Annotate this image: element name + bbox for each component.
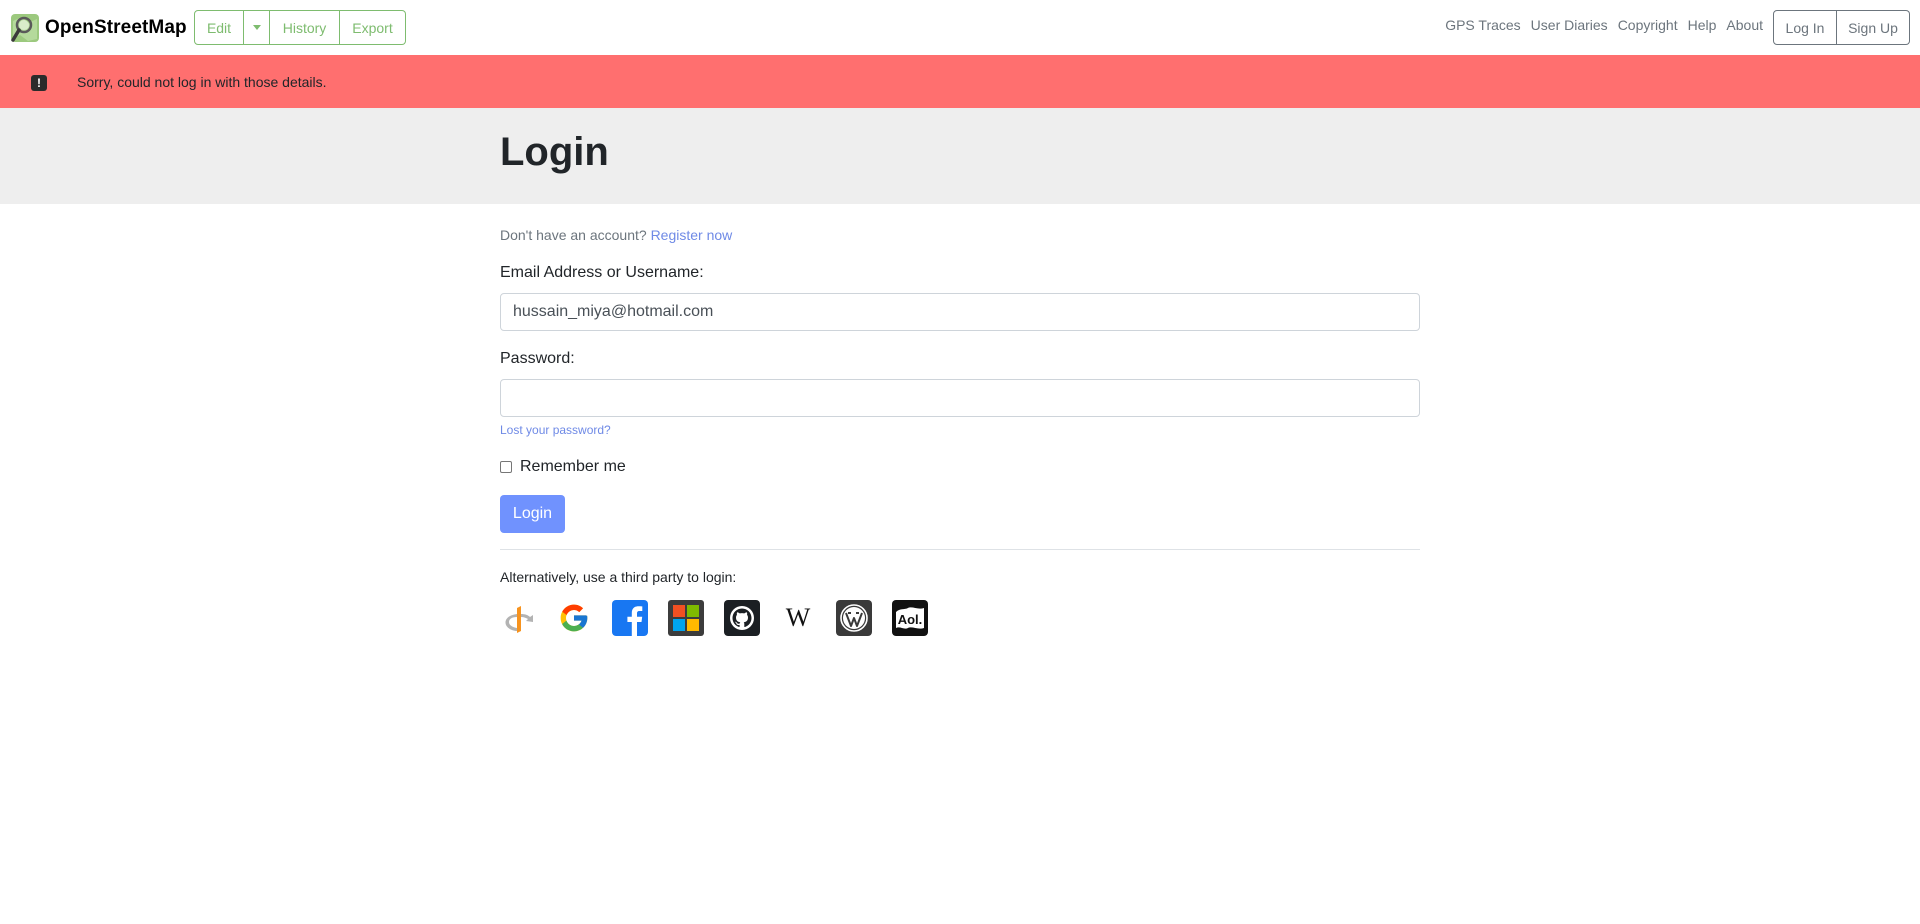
map-actions-group: Edit History Export (194, 10, 406, 45)
nav-user-diaries-link[interactable]: User Diaries (1531, 17, 1608, 33)
register-prompt: Don't have an account? Register now (500, 227, 732, 243)
remember-me-checkbox[interactable] (500, 461, 512, 473)
remember-me-row: Remember me (500, 458, 626, 476)
edit-button[interactable]: Edit (194, 10, 244, 45)
login-submit-button[interactable]: Login (500, 495, 565, 533)
google-icon[interactable] (556, 600, 592, 636)
page-title: Login (500, 130, 609, 174)
remember-me-label[interactable]: Remember me (520, 458, 626, 476)
error-message: Sorry, could not log in with those detai… (77, 74, 327, 90)
password-field[interactable] (500, 379, 1420, 417)
nav-gps-traces-link[interactable]: GPS Traces (1445, 17, 1520, 33)
wordpress-icon[interactable] (836, 600, 872, 636)
nav-help-link[interactable]: Help (1688, 17, 1717, 33)
third-party-prompt: Alternatively, use a third party to logi… (500, 569, 737, 585)
osm-logo-icon (10, 13, 40, 43)
error-icon: ! (31, 75, 47, 91)
wikipedia-icon[interactable]: W (780, 600, 816, 636)
password-label: Password: (500, 350, 575, 367)
microsoft-icon[interactable] (668, 600, 704, 636)
third-party-providers: W Aol. (500, 600, 948, 636)
email-label: Email Address or Username: (500, 264, 704, 281)
export-button[interactable]: Export (340, 10, 406, 45)
github-icon[interactable] (724, 600, 760, 636)
svg-text:W: W (786, 603, 811, 632)
lost-password-link[interactable]: Lost your password? (500, 423, 611, 437)
chevron-down-icon (252, 25, 261, 30)
brand-home-link[interactable]: OpenStreetMap (10, 12, 187, 44)
sign-up-button[interactable]: Sign Up (1837, 10, 1910, 45)
edit-dropdown-button[interactable] (244, 10, 270, 45)
top-header: OpenStreetMap Edit History Export GPS Tr… (0, 0, 1920, 55)
auth-buttons: Log In Sign Up (1773, 10, 1910, 45)
register-prompt-text: Don't have an account? (500, 227, 647, 243)
divider (500, 549, 1420, 550)
history-button[interactable]: History (270, 10, 340, 45)
register-now-link[interactable]: Register now (651, 227, 733, 243)
aol-icon[interactable]: Aol. (892, 600, 928, 636)
facebook-icon[interactable] (612, 600, 648, 636)
page-header: Login (0, 108, 1920, 204)
secondary-nav: GPS Traces User Diaries Copyright Help A… (1435, 17, 1763, 33)
log-in-button[interactable]: Log In (1773, 10, 1837, 45)
brand-name: OpenStreetMap (45, 17, 187, 38)
email-field[interactable] (500, 293, 1420, 331)
openid-icon[interactable] (500, 600, 536, 636)
nav-copyright-link[interactable]: Copyright (1618, 17, 1678, 33)
error-flash-banner: ! Sorry, could not log in with those det… (0, 55, 1920, 108)
svg-text:Aol.: Aol. (898, 612, 923, 627)
nav-about-link[interactable]: About (1726, 17, 1763, 33)
